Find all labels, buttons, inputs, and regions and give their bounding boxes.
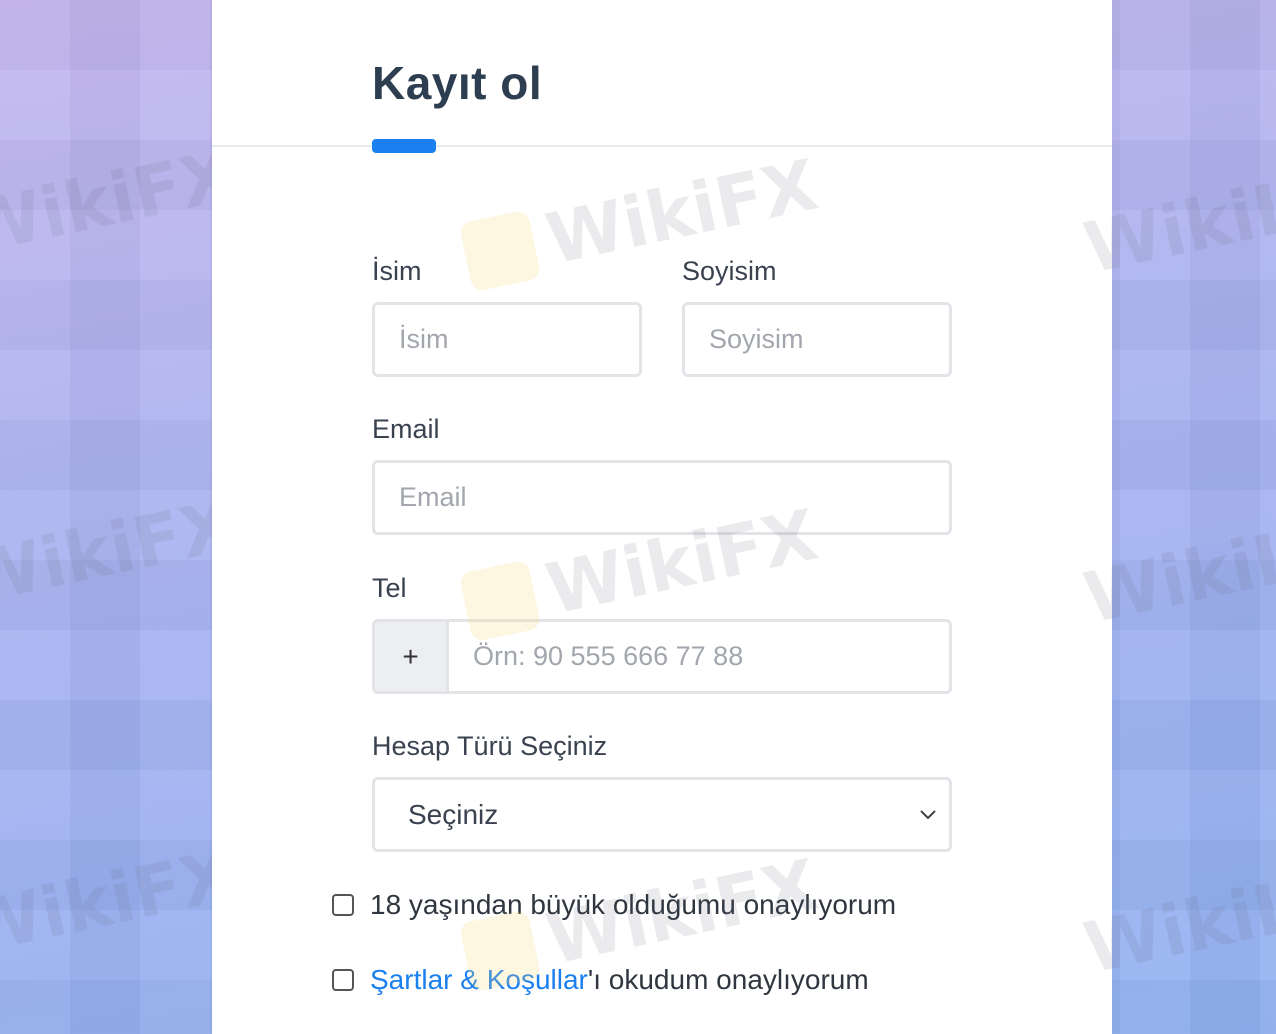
account-type-selected: Seçiniz [408, 798, 499, 830]
age-consent-checkbox[interactable] [332, 894, 354, 916]
registration-card: Kayıt ol İsim Soyisim Email Tel + Hesap … [212, 0, 1112, 1034]
wikifx-logo-icon [458, 209, 542, 293]
terms-link[interactable]: Şartlar & Koşullar [370, 964, 588, 995]
age-consent-label: 18 yaşından büyük olduğumu onaylıyorum [370, 889, 897, 920]
phone-label: Tel [372, 573, 407, 603]
chevron-down-icon [915, 802, 941, 835]
title-accent-bar [372, 139, 436, 153]
age-consent-row: 18 yaşından büyük olduğumu onaylıyorum [332, 889, 896, 921]
email-label: Email [372, 414, 440, 444]
last-name-input[interactable] [682, 302, 952, 377]
email-input[interactable] [372, 460, 952, 535]
header-divider [212, 145, 1112, 147]
terms-consent-label: 'ı okudum onaylıyorum [587, 964, 869, 995]
last-name-label: Soyisim [682, 256, 777, 286]
account-type-select[interactable]: Seçiniz [372, 777, 952, 852]
first-name-input[interactable] [372, 302, 642, 377]
phone-prefix: + [375, 622, 449, 691]
page-title: Kayıt ol [372, 57, 543, 109]
first-name-label: İsim [372, 256, 422, 286]
account-type-label: Hesap Türü Seçiniz [372, 731, 608, 761]
phone-input-group: + [372, 619, 952, 694]
terms-consent-checkbox[interactable] [332, 969, 354, 991]
terms-consent-row: Şartlar & Koşullar'ı okudum onaylıyorum [332, 964, 869, 996]
phone-input[interactable] [449, 622, 949, 691]
